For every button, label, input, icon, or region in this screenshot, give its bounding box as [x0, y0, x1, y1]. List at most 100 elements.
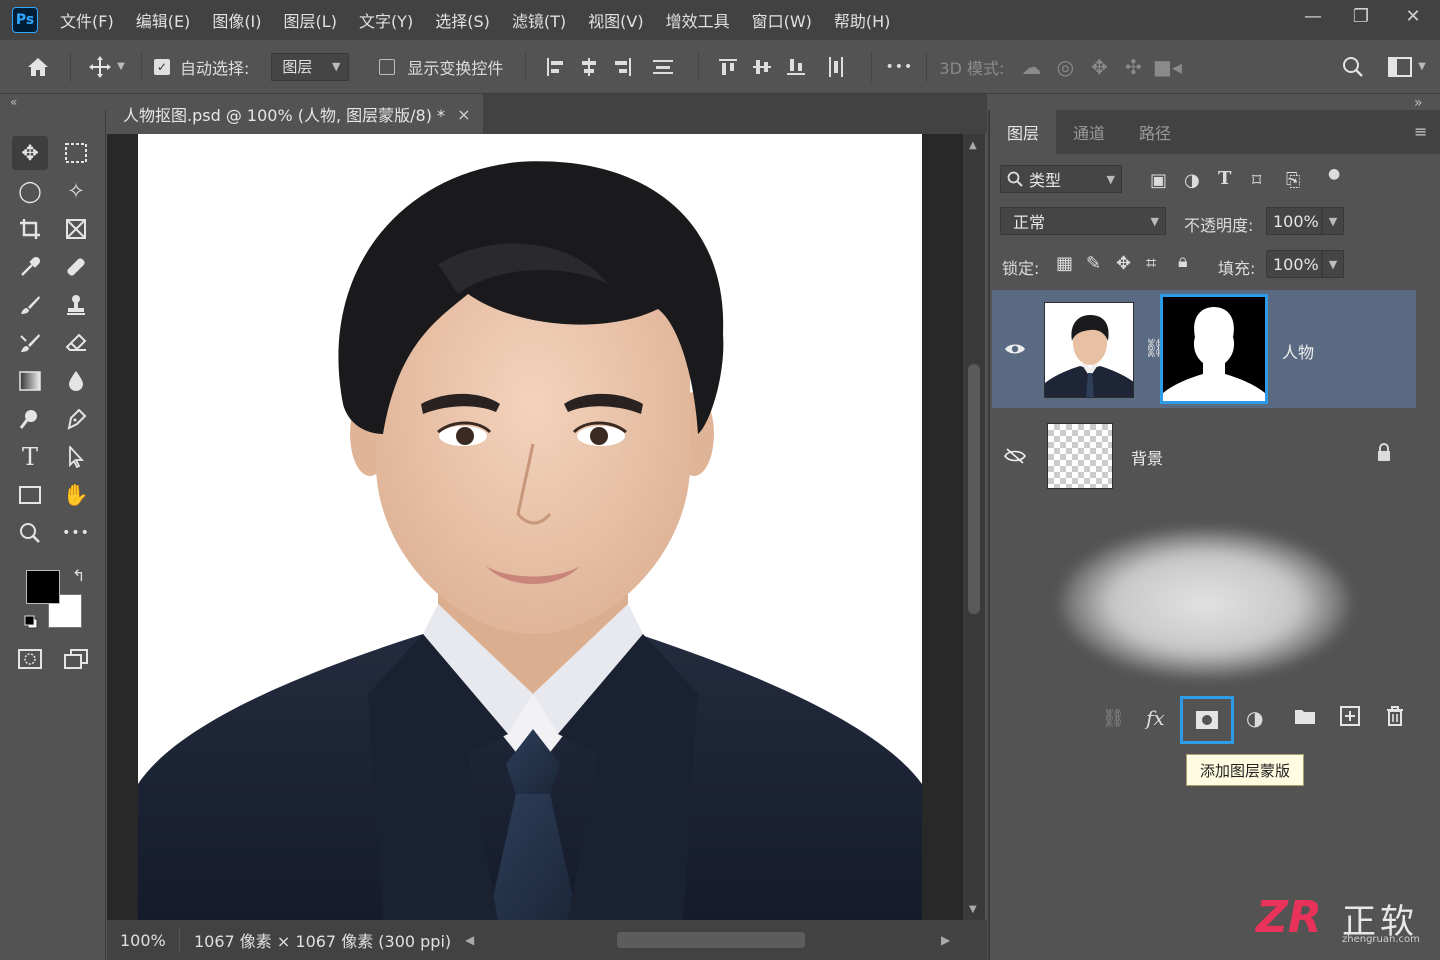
- smart-object-filter-icon[interactable]: ⎘: [1286, 170, 1300, 191]
- add-mask-button[interactable]: [1180, 696, 1234, 744]
- align-top-icon[interactable]: [711, 57, 745, 77]
- horizontal-scroll-thumb[interactable]: [617, 932, 805, 948]
- frame-tool-icon[interactable]: [58, 212, 94, 246]
- lock-image-icon[interactable]: ✎: [1086, 253, 1101, 274]
- lock-all-icon[interactable]: 🔒︎: [1178, 251, 1188, 272]
- swap-colors-icon[interactable]: ↰: [72, 566, 85, 585]
- menu-layer[interactable]: 图层(L): [284, 8, 337, 32]
- path-selection-tool-icon[interactable]: [58, 440, 94, 474]
- 3d-roll-icon[interactable]: ◎: [1048, 55, 1082, 79]
- distribute-horizontal-icon[interactable]: [813, 56, 859, 78]
- scroll-down-icon[interactable]: ▼: [969, 904, 977, 915]
- brush-tool-icon[interactable]: [12, 288, 48, 322]
- eraser-tool-icon[interactable]: [58, 326, 94, 360]
- 3d-camera-icon[interactable]: ■◂: [1150, 55, 1184, 79]
- marquee-tool-icon[interactable]: [58, 136, 94, 170]
- tab-layers[interactable]: 图层: [990, 110, 1056, 154]
- auto-select-checkbox[interactable]: ✓: [154, 58, 170, 75]
- layer-mask-thumbnail[interactable]: [1160, 294, 1268, 404]
- link-icon[interactable]: ⛓︎: [1102, 708, 1125, 729]
- collapse-left-icon[interactable]: «: [10, 95, 17, 109]
- menu-type[interactable]: 文字(Y): [359, 8, 413, 32]
- hand-tool-icon[interactable]: ✋: [58, 478, 94, 512]
- workspace-icon[interactable]: ▼: [1382, 56, 1432, 77]
- close-tab-icon[interactable]: ×: [457, 105, 470, 124]
- adjustment-icon[interactable]: ◑: [1246, 706, 1263, 730]
- canvas-area[interactable]: [107, 134, 963, 920]
- collapse-right-icon[interactable]: »: [1414, 95, 1423, 111]
- document-info[interactable]: 1067 像素 × 1067 像素 (300 ppi): [194, 928, 451, 952]
- foreground-color-swatch[interactable]: [26, 570, 60, 604]
- panel-menu-icon[interactable]: ≡: [1414, 122, 1427, 141]
- vertical-scroll-thumb[interactable]: [968, 364, 980, 614]
- fx-icon[interactable]: fx: [1146, 706, 1165, 730]
- tab-paths[interactable]: 路径: [1122, 110, 1188, 154]
- fill-dropdown-icon[interactable]: ▼: [1322, 250, 1344, 278]
- adjustment-filter-icon[interactable]: ◑: [1184, 170, 1200, 191]
- pen-tool-icon[interactable]: [58, 402, 94, 436]
- menu-window[interactable]: 窗口(W): [752, 8, 812, 32]
- blur-tool-icon[interactable]: [58, 364, 94, 398]
- lock-position-icon[interactable]: ✥: [1116, 253, 1131, 274]
- align-middle-v-icon[interactable]: [745, 57, 779, 77]
- screen-mode-icon[interactable]: [58, 642, 94, 676]
- magic-wand-tool-icon[interactable]: ✧: [58, 174, 94, 208]
- eye-icon[interactable]: [1003, 337, 1027, 361]
- blend-mode-dropdown[interactable]: 正常 ▼: [1000, 207, 1166, 235]
- minimize-button[interactable]: —: [1290, 0, 1336, 32]
- more-options-icon[interactable]: •••: [884, 59, 914, 75]
- menu-view[interactable]: 视图(V): [588, 8, 643, 32]
- eye-hidden-icon[interactable]: [1003, 444, 1027, 468]
- layer-name-person[interactable]: 人物: [1282, 339, 1314, 363]
- scroll-right-icon[interactable]: ▶: [941, 933, 950, 947]
- align-bottom-icon[interactable]: [779, 57, 813, 77]
- document-tab[interactable]: 人物抠图.psd @ 100% (人物, 图层蒙版/8) * ×: [107, 94, 483, 134]
- filter-toggle-icon[interactable]: ●: [1328, 166, 1340, 182]
- opacity-dropdown-icon[interactable]: ▼: [1322, 207, 1344, 235]
- align-right-icon[interactable]: [606, 57, 640, 77]
- move-tool-preset-icon[interactable]: ▼: [83, 54, 129, 80]
- opacity-input[interactable]: 100%: [1266, 207, 1322, 235]
- lasso-tool-icon[interactable]: ◯: [12, 174, 48, 208]
- pixel-filter-icon[interactable]: ▣: [1150, 170, 1167, 191]
- default-colors-icon[interactable]: [24, 615, 38, 629]
- align-center-h-icon[interactable]: [572, 57, 606, 77]
- distribute-vertical-icon[interactable]: [640, 57, 686, 77]
- restore-button[interactable]: ❐: [1338, 0, 1384, 32]
- menu-help[interactable]: 帮助(H): [834, 8, 891, 32]
- edit-toolbar-icon[interactable]: •••: [58, 516, 94, 550]
- type-tool-icon[interactable]: T: [12, 440, 48, 474]
- layer-row-background[interactable]: 背景: [992, 414, 1416, 496]
- layer-thumbnail[interactable]: [1044, 302, 1134, 398]
- dodge-tool-icon[interactable]: [12, 402, 48, 436]
- crop-tool-icon[interactable]: [12, 212, 48, 246]
- clone-stamp-tool-icon[interactable]: [58, 288, 94, 322]
- menu-select[interactable]: 选择(S): [435, 8, 490, 32]
- shape-filter-icon[interactable]: ⌑: [1252, 170, 1261, 191]
- layer-row-person[interactable]: ⛓︎ 人物: [992, 290, 1416, 408]
- show-transform-checkbox[interactable]: [379, 58, 396, 75]
- vertical-scrollbar[interactable]: ▲ ▼: [963, 134, 985, 920]
- 3d-slide-icon[interactable]: ✣: [1116, 55, 1150, 79]
- new-layer-icon[interactable]: [1340, 706, 1360, 731]
- zoom-tool-icon[interactable]: [12, 516, 48, 550]
- menu-file[interactable]: 文件(F): [60, 8, 114, 32]
- lock-transparent-icon[interactable]: ▦: [1056, 253, 1073, 274]
- 3d-drag-icon[interactable]: ✥: [1082, 55, 1116, 79]
- folder-icon[interactable]: [1294, 706, 1316, 730]
- eyedropper-tool-icon[interactable]: [12, 250, 48, 284]
- scroll-left-icon[interactable]: ◀: [465, 933, 474, 947]
- zoom-level[interactable]: 100%: [107, 931, 179, 950]
- layer-filter-dropdown[interactable]: 类型 ▼: [1000, 165, 1122, 193]
- home-icon[interactable]: [18, 56, 58, 78]
- type-filter-icon[interactable]: T: [1218, 168, 1231, 189]
- menu-edit[interactable]: 编辑(E): [136, 8, 191, 32]
- quick-mask-icon[interactable]: [12, 642, 48, 676]
- history-brush-tool-icon[interactable]: [12, 326, 48, 360]
- trash-icon[interactable]: [1386, 706, 1404, 731]
- tab-channels[interactable]: 通道: [1056, 110, 1122, 154]
- search-icon[interactable]: [1338, 56, 1368, 78]
- move-tool-icon[interactable]: ✥: [12, 136, 48, 170]
- align-left-icon[interactable]: [538, 57, 572, 77]
- menu-filter[interactable]: 滤镜(T): [512, 8, 566, 32]
